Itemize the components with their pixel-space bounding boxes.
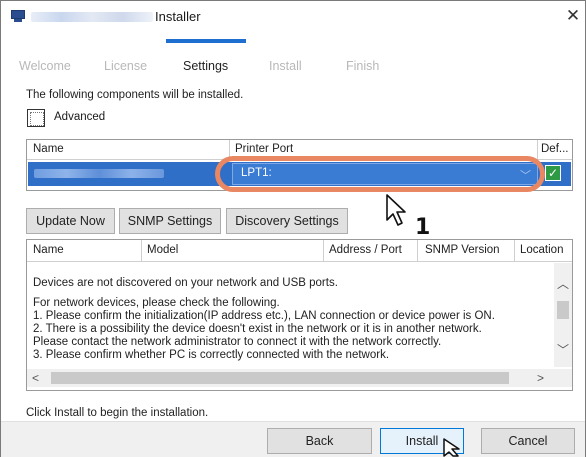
snmp-settings-button[interactable]: SNMP Settings [119,208,221,234]
col-location[interactable]: Location [520,244,563,256]
pointer-cursor-icon [443,438,460,457]
message-line: Please contact the network administrator… [33,336,442,348]
step-settings: Settings [183,59,229,73]
current-step-indicator [166,39,246,43]
col-printer-port[interactable]: Printer Port [235,143,293,155]
col-snmp-version[interactable]: SNMP Version [425,244,500,256]
col-address-port[interactable]: Address / Port [329,244,402,256]
scroll-thumb[interactable] [51,372,509,384]
horizontal-scrollbar[interactable]: < > [27,369,572,387]
message-line: 2. There is a possibility the device doe… [33,323,482,335]
chevron-down-icon[interactable]: ﹀ [554,341,572,358]
update-now-button[interactable]: Update Now [26,208,115,234]
window-title: Installer [155,9,201,24]
printer-port-value: LPT1: [241,167,272,179]
message-line: 1. Please confirm the initialization(IP … [33,310,495,322]
components-table: Name Printer Port Def... LPT1: ﹀ ✓ [26,139,573,191]
col-model[interactable]: Model [147,244,178,256]
col-default[interactable]: Def... [541,143,568,155]
chevron-right-icon[interactable]: > [537,371,544,385]
pointer-cursor-icon [386,194,406,226]
redacted-product-name [31,12,153,22]
discovery-settings-button[interactable]: Discovery Settings [226,208,348,234]
devices-table: Name Model Address / Port SNMP Version L… [26,239,573,391]
close-icon[interactable]: ✕ [563,5,583,27]
message-line: 3. Please confirm whether PC is correctl… [33,349,390,361]
title-bar: Installer ✕ [1,1,585,33]
installer-window: Installer ✕ Welcome License Settings Ins… [0,0,586,457]
back-button[interactable]: Back [267,428,372,454]
table-row[interactable]: LPT1: ﹀ ✓ [28,162,571,186]
printer-port-select[interactable]: LPT1: ﹀ [232,163,538,185]
message-line: Devices are not discovered on your netwo… [33,277,338,289]
installer-app-icon [11,10,25,23]
devices-header: Name Model Address / Port SNMP Version L… [27,240,572,262]
chevron-down-icon[interactable]: ﹀ [520,167,531,183]
message-line: For network devices, please check the fo… [33,297,280,309]
chevron-left-icon[interactable]: < [32,371,39,385]
redacted-component-name [34,169,164,178]
chevron-up-icon[interactable]: ︿ [554,275,572,292]
footer-text: Click Install to begin the installation. [26,407,209,419]
checkmark-icon[interactable]: ✓ [545,165,561,181]
col-name[interactable]: Name [33,244,64,256]
advanced-checkbox[interactable] [27,109,45,127]
advanced-label: Advanced [54,111,106,123]
scroll-thumb[interactable] [557,301,569,319]
step-finish: Finish [346,59,380,73]
step-install: Install [269,59,302,73]
step-license: License [104,59,148,73]
cancel-button[interactable]: Cancel [481,428,575,454]
step-welcome: Welcome [19,59,71,73]
step-number-badge: 1 [415,215,431,240]
col-name[interactable]: Name [33,143,64,155]
vertical-scrollbar[interactable]: ︿ ﹀ [554,263,572,367]
components-header: Name Printer Port Def... [27,140,572,160]
intro-text: The following components will be install… [26,89,244,101]
